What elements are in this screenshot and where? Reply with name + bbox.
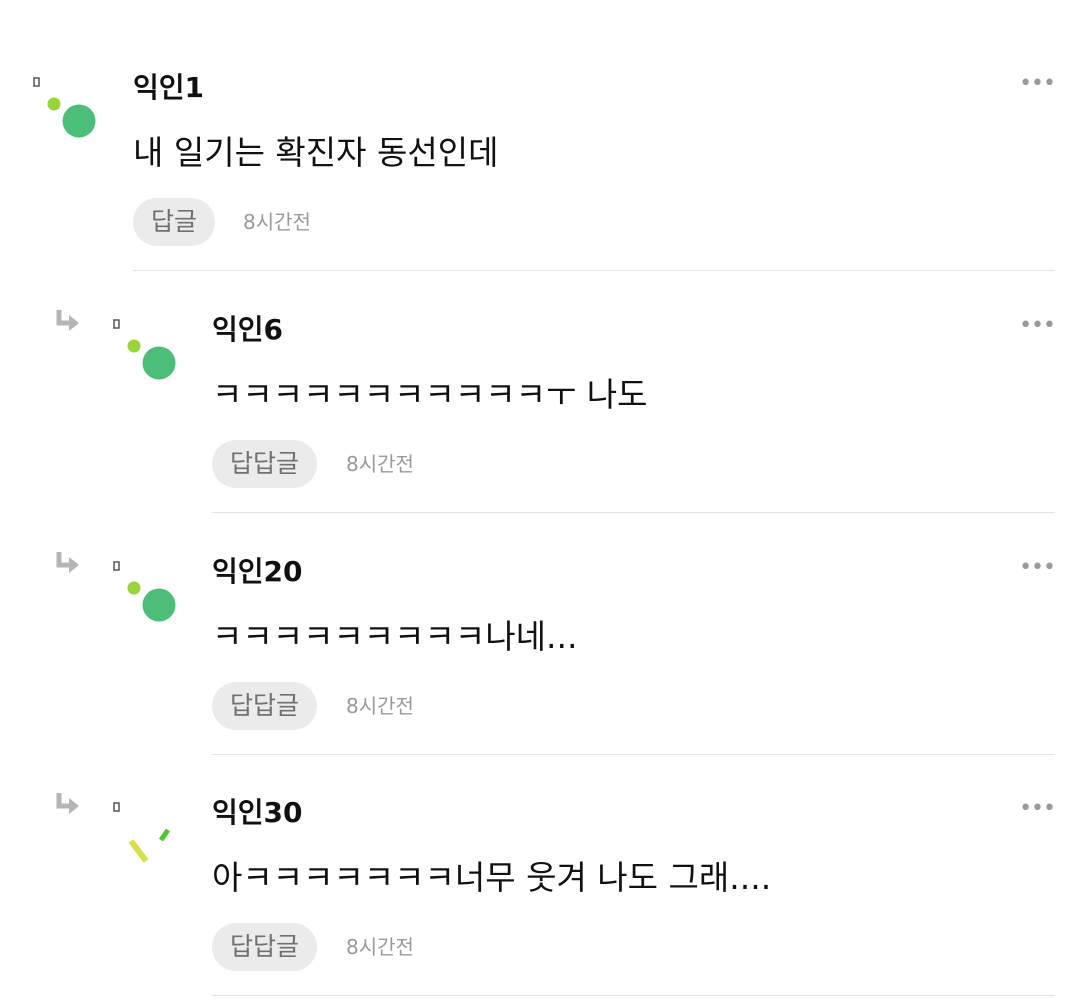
avatar bbox=[33, 77, 96, 138]
avatar bbox=[113, 319, 176, 380]
avatar-broken-image-icon bbox=[33, 77, 40, 87]
comment-text: ㅋㅋㅋㅋㅋㅋㅋㅋㅋ나네... bbox=[212, 617, 578, 656]
reply-comment-item: 익인30 ••• 아ㅋㅋㅋㅋㅋㅋㅋ너무 웃겨 나도 그래.... 답답글 8시간… bbox=[0, 753, 1080, 996]
more-horizontal-icon[interactable]: ••• bbox=[1019, 314, 1056, 338]
comment-timestamp: 8시간전 bbox=[243, 210, 311, 234]
avatar-broken-image-icon bbox=[113, 319, 120, 329]
comment-author: 익인20 bbox=[212, 555, 303, 588]
comment-timestamp: 8시간전 bbox=[346, 694, 414, 718]
reply-arrow-icon bbox=[56, 552, 79, 573]
avatar-large-dot bbox=[62, 104, 96, 138]
avatar-green-stroke bbox=[158, 828, 171, 842]
avatar-yellow-stroke bbox=[128, 839, 149, 863]
reply-to-reply-button[interactable]: 답답글 bbox=[212, 440, 318, 488]
comment-timestamp: 8시간전 bbox=[346, 452, 414, 476]
comment-author: 익인30 bbox=[212, 796, 303, 829]
avatar-broken-image-icon bbox=[113, 802, 120, 812]
comment-author: 익인6 bbox=[212, 313, 284, 346]
comment-timestamp: 8시간전 bbox=[346, 935, 414, 959]
avatar-small-dot bbox=[47, 97, 61, 111]
reply-to-reply-button[interactable]: 답답글 bbox=[212, 923, 318, 971]
more-horizontal-icon[interactable]: ••• bbox=[1019, 72, 1056, 96]
comment-text: 아ㅋㅋㅋㅋㅋㅋㅋ너무 웃겨 나도 그래.... bbox=[212, 858, 772, 897]
comment-item: 익인1 ••• 내 일기는 확진자 동선인데 답글 8시간전 bbox=[0, 28, 1080, 271]
reply-arrow-icon bbox=[56, 310, 79, 331]
avatar bbox=[113, 802, 171, 863]
avatar-large-dot bbox=[142, 588, 176, 622]
more-horizontal-icon[interactable]: ••• bbox=[1019, 556, 1056, 580]
reply-comment-item: 익인20 ••• ㅋㅋㅋㅋㅋㅋㅋㅋㅋ나네... 답답글 8시간전 bbox=[0, 512, 1080, 755]
reply-comment-item: 익인6 ••• ㅋㅋㅋㅋㅋㅋㅋㅋㅋㅋㅋㅜ 나도 답답글 8시간전 bbox=[0, 270, 1080, 513]
reply-arrow-icon bbox=[56, 793, 79, 814]
avatar bbox=[113, 561, 176, 622]
more-horizontal-icon[interactable]: ••• bbox=[1019, 797, 1056, 821]
comment-text: 내 일기는 확진자 동선인데 bbox=[133, 133, 499, 172]
reply-button[interactable]: 답글 bbox=[133, 198, 216, 246]
reply-to-reply-button[interactable]: 답답글 bbox=[212, 682, 318, 730]
avatar-broken-image-icon bbox=[113, 561, 120, 571]
avatar-small-dot bbox=[127, 339, 141, 353]
comment-author: 익인1 bbox=[133, 71, 205, 104]
avatar-large-dot bbox=[142, 346, 176, 380]
avatar-small-dot bbox=[127, 581, 141, 595]
comment-text: ㅋㅋㅋㅋㅋㅋㅋㅋㅋㅋㅋㅜ 나도 bbox=[212, 375, 648, 414]
divider bbox=[212, 995, 1055, 996]
